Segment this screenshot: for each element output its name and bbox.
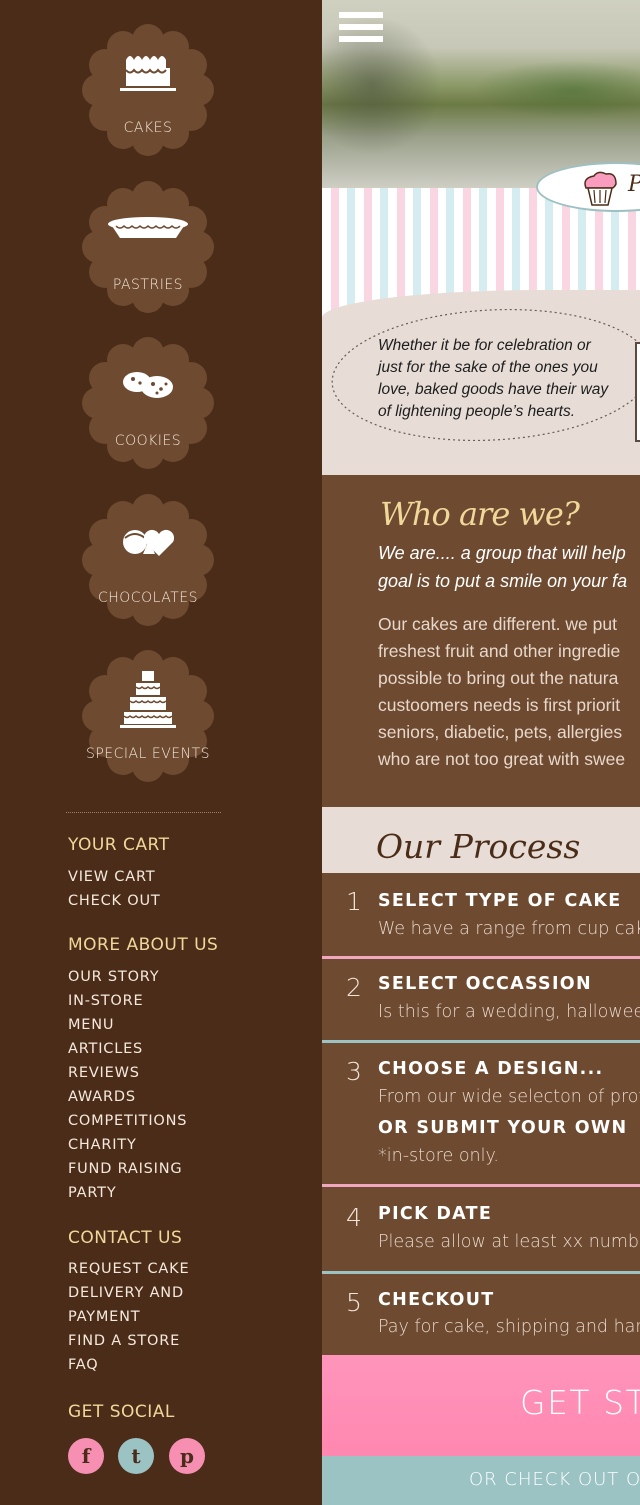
find-store-link[interactable]: FIND A STORE [68, 1333, 180, 1349]
step-title: CHOOSE A DESIGN... [378, 1059, 604, 1079]
category-label: CAKES [123, 120, 173, 136]
main-content: P Whether it be for celebration or just … [322, 0, 640, 1505]
faq-link[interactable]: FAQ [68, 1357, 99, 1373]
hamburger-menu-icon[interactable] [339, 12, 383, 46]
who-body: Our cakes are different. we put freshest… [378, 614, 626, 769]
category-label: COOKIES [114, 433, 182, 449]
articles-link[interactable]: ARTICLES [68, 1041, 143, 1057]
process-step: 3 CHOOSE A DESIGN... From our wide selec… [322, 1043, 640, 1185]
social-heading: GET SOCIAL [68, 1402, 175, 1422]
get-started-label: GET ST [520, 1383, 640, 1422]
step-desc: Is this for a wedding, halloween [378, 1002, 640, 1022]
step-desc: We have a range from cup cake [378, 919, 640, 939]
who-section: Who are we? We are.... a group that will… [322, 475, 640, 807]
payment-link[interactable]: PAYMENT [68, 1309, 140, 1325]
logo-text: P [628, 172, 640, 197]
step-number: 1 [346, 887, 362, 916]
step-note: *in-store only. [378, 1146, 499, 1166]
category-pastries[interactable]: PASTRIES [80, 179, 216, 315]
view-cart-link[interactable]: VIEW CART [68, 869, 155, 885]
intro-section: Whether it be for celebration or just fo… [322, 290, 640, 475]
step-number: 3 [346, 1057, 362, 1086]
get-started-button[interactable]: GET ST [322, 1355, 640, 1456]
check-out-label: OR CHECK OUT O [469, 1469, 640, 1490]
menu-link[interactable]: MENU [68, 1017, 114, 1033]
category-special-events[interactable]: SPECIAL EVENTS [80, 648, 216, 784]
pinterest-icon[interactable]: p [169, 1438, 205, 1474]
step-desc: Please allow at least xx number [378, 1232, 640, 1252]
step-title-alt: OR SUBMIT YOUR OWN [378, 1118, 628, 1138]
step-number: 4 [346, 1203, 362, 1232]
step-desc: From our wide selecton of profe [378, 1087, 640, 1107]
contact-heading: CONTACT US [68, 1228, 183, 1248]
category-label: CHOCOLATES [97, 590, 198, 606]
party-link[interactable]: PARTY [68, 1185, 116, 1201]
in-store-link[interactable]: IN-STORE [68, 993, 143, 1009]
about-heading: MORE ABOUT US [68, 935, 219, 955]
process-step: 5 CHECKOUT Pay for cake, shipping and ha… [322, 1274, 640, 1355]
cart-heading: YOUR CART [68, 835, 170, 855]
our-story-link[interactable]: OUR STORY [68, 969, 159, 985]
check-out-button[interactable]: OR CHECK OUT O [322, 1456, 640, 1505]
cupcake-icon [584, 171, 617, 206]
fund-raising-link[interactable]: FUND RAISING [68, 1161, 182, 1177]
awards-link[interactable]: AWARDS [68, 1089, 136, 1105]
request-cake-link[interactable]: REQUEST CAKE [68, 1261, 189, 1277]
step-number: 2 [346, 973, 362, 1002]
pie-icon [80, 179, 216, 279]
who-heading: Who are we? [380, 495, 580, 533]
step-title: SELECT TYPE OF CAKE [378, 891, 622, 911]
who-lead: We are.... a group that will help goal i… [378, 543, 628, 591]
sidebar: CAKES PASTRIES COOKIES CHOCOLATES SPECIA… [0, 0, 322, 1505]
step-title: CHECKOUT [378, 1290, 495, 1310]
tiered-cake-icon [80, 648, 216, 748]
cookies-icon [80, 335, 216, 435]
intro-quote: Whether it be for celebration or just fo… [378, 337, 609, 420]
category-label: SPECIAL EVENTS [85, 746, 211, 762]
reviews-link[interactable]: REVIEWS [68, 1065, 140, 1081]
process-header: Our Process [322, 807, 640, 873]
step-number: 5 [346, 1288, 362, 1317]
process-step: 4 PICK DATE Please allow at least xx num… [322, 1187, 640, 1271]
hero-image [322, 0, 640, 190]
twitter-icon[interactable]: t [118, 1438, 154, 1474]
category-cakes[interactable]: CAKES [80, 22, 216, 158]
process-step: 2 SELECT OCCASSION Is this for a wedding… [322, 959, 640, 1041]
cake-icon [80, 22, 216, 122]
process-step: 1 SELECT TYPE OF CAKE We have a range fr… [322, 873, 640, 957]
check-out-link[interactable]: CHECK OUT [68, 893, 161, 909]
competitions-link[interactable]: COMPETITIONS [68, 1113, 187, 1129]
chocolates-icon [80, 492, 216, 592]
step-title: PICK DATE [378, 1204, 493, 1224]
photo-frame-edge [635, 342, 640, 442]
category-label: PASTRIES [112, 277, 184, 293]
step-desc: Pay for cake, shipping and hand [378, 1317, 640, 1337]
delivery-link[interactable]: DELIVERY AND [68, 1285, 184, 1301]
category-chocolates[interactable]: CHOCOLATES [80, 492, 216, 628]
sidebar-divider [66, 812, 221, 813]
charity-link[interactable]: CHARITY [68, 1137, 137, 1153]
process-heading: Our Process [376, 827, 581, 866]
facebook-icon[interactable]: f [68, 1438, 104, 1474]
category-cookies[interactable]: COOKIES [80, 335, 216, 471]
step-title: SELECT OCCASSION [378, 974, 592, 994]
